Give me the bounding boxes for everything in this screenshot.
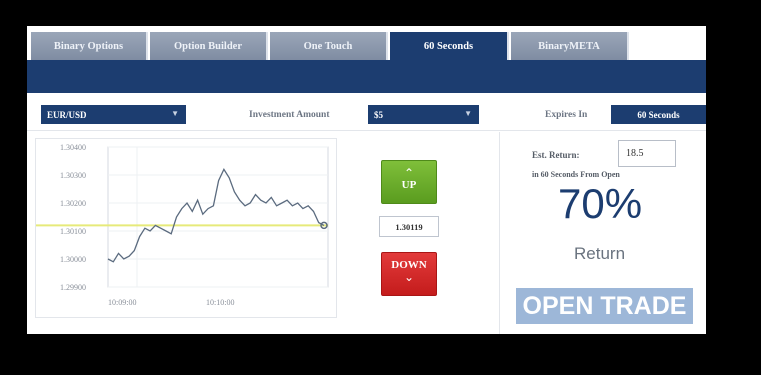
x-tick-label: 10:09:00	[108, 298, 136, 307]
chevron-down-icon: ▼	[464, 109, 472, 118]
controls-row: EUR/USD ▼ Investment Amount $5 ▼ Expires…	[27, 93, 706, 131]
return-label: Return	[574, 244, 626, 263]
return-timeframe-text: in 60 Seconds From Open	[532, 170, 620, 179]
chevron-down-icon: ▼	[171, 109, 179, 118]
x-tick-label: 10:10:00	[206, 298, 234, 307]
est-return-field[interactable]: 18.5	[618, 140, 676, 167]
tab-60-seconds[interactable]: 60 Seconds	[390, 32, 509, 60]
y-tick-label: 1.30100	[60, 227, 86, 236]
tab-bar: Binary Options Option Builder One Touch …	[27, 26, 706, 60]
investment-select-value: $5	[374, 109, 383, 120]
down-button[interactable]: DOWN ⌄	[381, 252, 437, 296]
investment-select[interactable]: $5 ▼	[368, 105, 479, 124]
return-panel: Est. Return: 18.5 in 60 Seconds From Ope…	[499, 132, 706, 334]
investment-amount-label: Investment Amount	[249, 110, 330, 120]
est-return-label: Est. Return:	[532, 150, 580, 160]
chevron-up-icon: ⌃	[403, 166, 415, 180]
y-tick-label: 1.30000	[60, 255, 86, 264]
tab-one-touch[interactable]: One Touch	[270, 32, 388, 60]
up-button-label: UP	[401, 179, 417, 191]
price-chart-svg: 1.30400 1.30300 1.30200 1.30100 1.30000 1.299…	[36, 143, 329, 307]
tab-binarymeta[interactable]: BinaryMETA	[511, 32, 629, 60]
y-tick-label: 1.29900	[60, 283, 86, 292]
expiry-select-value: 60 Seconds	[637, 109, 680, 120]
tab-binary-options[interactable]: Binary Options	[31, 32, 148, 60]
price-chart: 1.30400 1.30300 1.30200 1.30100 1.30000 1.299…	[35, 138, 337, 318]
asset-select-value: EUR/USD	[47, 109, 87, 120]
open-trade-button[interactable]: OPEN TRADE	[516, 288, 693, 324]
up-button[interactable]: ⌃ UP	[381, 160, 437, 204]
asset-select[interactable]: EUR/USD ▼	[41, 105, 186, 124]
tab-option-builder[interactable]: Option Builder	[150, 32, 268, 60]
y-tick-label: 1.30200	[60, 199, 86, 208]
y-tick-label: 1.30400	[60, 143, 86, 152]
chevron-down-icon: ⌄	[403, 270, 415, 284]
expiry-select[interactable]: 60 Seconds	[611, 105, 706, 124]
plot-frame	[107, 146, 329, 288]
expires-in-label: Expires In	[545, 110, 588, 120]
return-percentage: 70%	[558, 180, 643, 227]
header-band	[27, 60, 706, 93]
price-series-line	[107, 168, 325, 263]
y-tick-label: 1.30300	[60, 171, 86, 180]
trading-widget: Binary Options Option Builder One Touch …	[27, 26, 706, 334]
current-price: 1.30119	[379, 216, 439, 237]
